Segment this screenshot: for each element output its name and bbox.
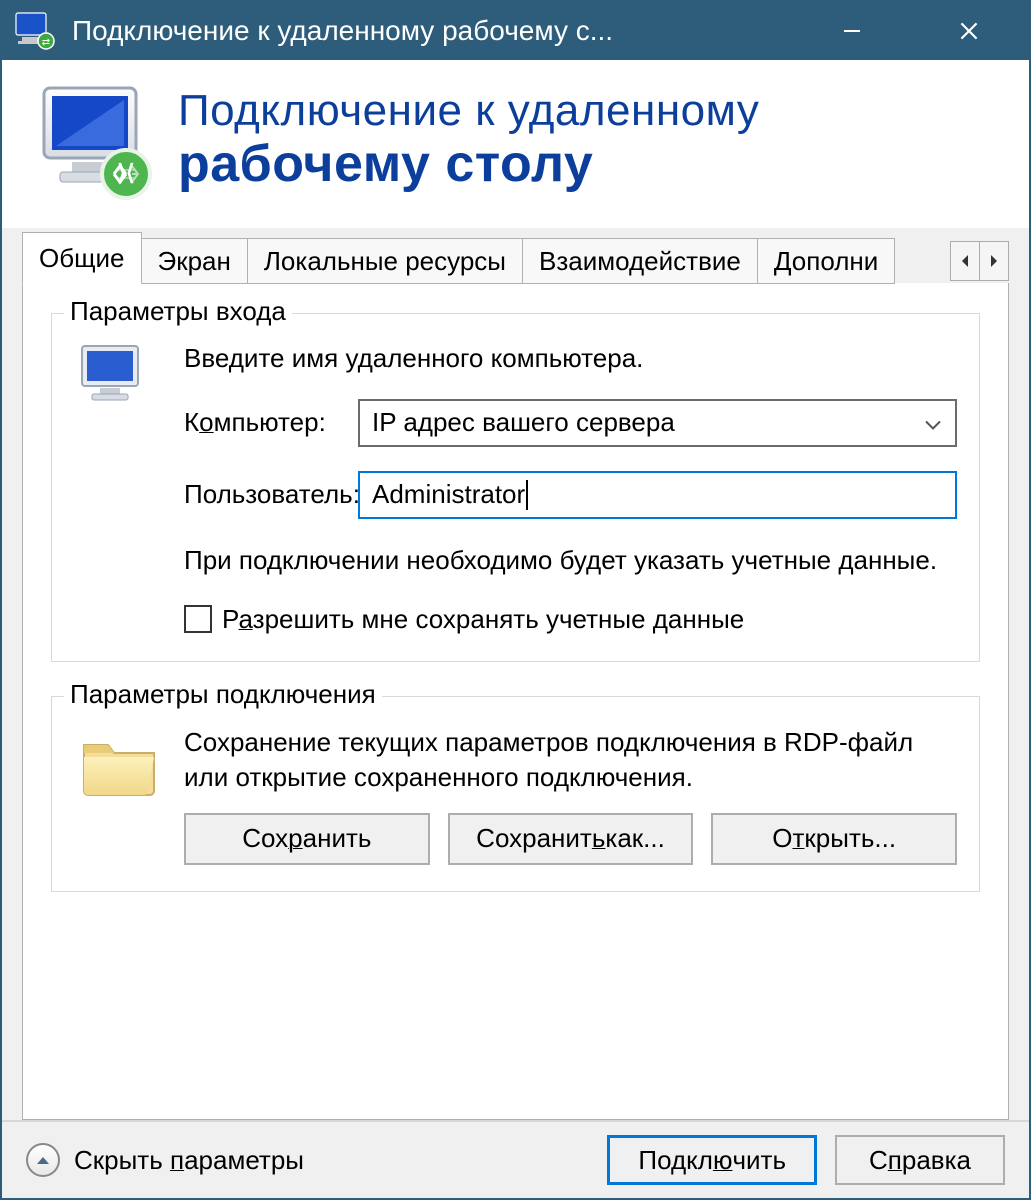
save-credentials-checkbox[interactable] <box>184 605 212 633</box>
dialog-footer: Скрыть параметры Подключить Справка <box>2 1120 1029 1198</box>
titlebar-text: Подключение к удаленному рабочему с... <box>72 15 794 47</box>
connection-params-title: Параметры подключения <box>64 679 382 710</box>
tab-content-general: Параметры входа Введит <box>22 283 1009 1120</box>
svg-text:⇄: ⇄ <box>42 37 50 48</box>
login-icon-column <box>78 342 184 635</box>
save-credentials-label: Разрешить мне сохранять учетные данные <box>222 604 744 635</box>
login-intro-text: Введите имя удаленного компьютера. <box>184 342 957 375</box>
header-line2: рабочему столу <box>178 134 759 194</box>
login-params-group: Параметры входа Введит <box>51 313 980 662</box>
computer-combobox[interactable]: IP адрес вашего сервера <box>358 399 957 447</box>
computer-value: IP адрес вашего сервера <box>372 407 675 438</box>
hide-options-toggle[interactable] <box>26 1143 60 1177</box>
tab-area: Общие Экран Локальные ресурсы Взаимодейс… <box>2 228 1029 1120</box>
app-icon: ⇄ <box>14 11 58 51</box>
connection-icon-column <box>78 725 184 865</box>
computer-icon <box>78 342 150 404</box>
tab-experience[interactable]: Взаимодействие <box>522 238 758 284</box>
connection-description: Сохранение текущих параметров подключени… <box>184 725 957 795</box>
username-label: Пользователь: <box>184 479 358 510</box>
tab-scroll-controls <box>951 238 1009 284</box>
rdp-dialog-window: ⇄ Подключение к удаленному рабочему с... <box>0 0 1031 1200</box>
save-as-button[interactable]: Сохранить как... <box>448 813 694 865</box>
header-title: Подключение к удаленному рабочему столу <box>178 86 759 194</box>
login-params-title: Параметры входа <box>64 296 292 327</box>
chevron-down-icon <box>923 407 943 438</box>
tab-general[interactable]: Общие <box>22 232 142 284</box>
username-value: Administrator <box>372 479 525 510</box>
save-button[interactable]: Сохранить <box>184 813 430 865</box>
open-button[interactable]: Открыть... <box>711 813 957 865</box>
tab-advanced[interactable]: Дополни <box>757 238 895 284</box>
connect-button[interactable]: Подключить <box>607 1135 817 1185</box>
svg-text:⟩⟨: ⟩⟨ <box>117 160 134 185</box>
username-input[interactable]: Administrator <box>358 471 957 519</box>
tab-scroll-right-button[interactable] <box>979 241 1009 281</box>
tab-display[interactable]: Экран <box>141 238 248 284</box>
folder-icon <box>78 731 160 799</box>
tab-local-resources[interactable]: Локальные ресурсы <box>247 238 523 284</box>
credentials-note: При подключении необходимо будет указать… <box>184 543 957 578</box>
titlebar-controls <box>794 2 1029 60</box>
titlebar: ⇄ Подключение к удаленному рабочему с... <box>2 2 1029 60</box>
connection-params-group: Параметры подключения <box>51 696 980 892</box>
computer-label: Компьютер: <box>184 407 358 438</box>
rdp-header-icon: ⟩⟨ <box>36 80 156 200</box>
help-button[interactable]: Справка <box>835 1135 1005 1185</box>
tab-strip: Общие Экран Локальные ресурсы Взаимодейс… <box>22 230 1009 284</box>
text-cursor <box>526 480 528 510</box>
dialog-header: ⟩⟨ Подключение к удаленному рабочему сто… <box>2 60 1029 228</box>
close-button[interactable] <box>909 2 1029 60</box>
tab-scroll-left-button[interactable] <box>950 241 980 281</box>
hide-options-label: Скрыть параметры <box>74 1145 607 1176</box>
header-line1: Подключение к удаленному <box>178 86 759 136</box>
minimize-button[interactable] <box>794 2 909 60</box>
save-credentials-row: Разрешить мне сохранять учетные данные <box>184 604 957 635</box>
